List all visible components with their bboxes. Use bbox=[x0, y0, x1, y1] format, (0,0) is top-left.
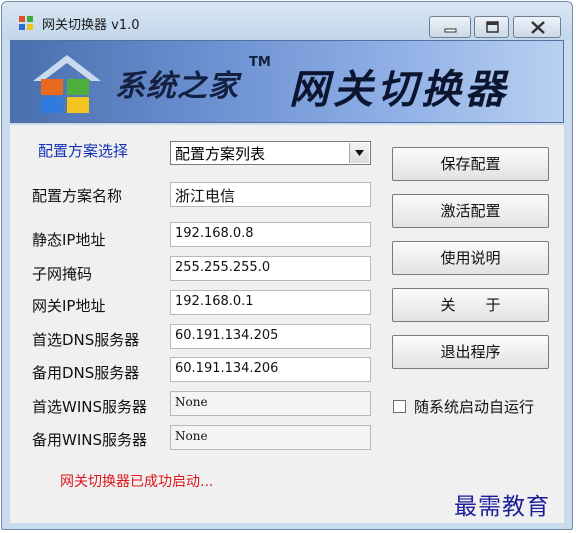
gateway-ip-field[interactable]: 192.168.0.1 bbox=[170, 290, 371, 315]
scheme-select[interactable]: 配置方案列表 bbox=[170, 141, 371, 165]
subnet-mask-label: 子网掩码 bbox=[32, 265, 93, 283]
secondary-wins-label: 备用WINS服务器 bbox=[32, 431, 147, 449]
chevron-down-icon bbox=[355, 150, 364, 156]
primary-wins-label: 首选WINS服务器 bbox=[32, 398, 147, 416]
autostart-checkbox[interactable] bbox=[393, 400, 406, 413]
maximize-button[interactable] bbox=[474, 16, 509, 38]
primary-wins-field[interactable]: None bbox=[170, 391, 371, 416]
save-config-button[interactable]: 保存配置 bbox=[392, 147, 549, 181]
static-ip-label: 静态IP地址 bbox=[32, 231, 106, 249]
subnet-mask-field[interactable]: 255.255.255.0 bbox=[170, 256, 371, 281]
help-button[interactable]: 使用说明 bbox=[392, 241, 549, 275]
minimize-icon bbox=[444, 28, 457, 33]
minimize-button[interactable] bbox=[429, 16, 471, 38]
dropdown-arrow[interactable] bbox=[349, 143, 369, 163]
activate-config-button[interactable]: 激活配置 bbox=[392, 194, 549, 228]
autostart-label[interactable]: 随系统启动自运行 bbox=[414, 396, 534, 417]
about-button[interactable]: 关于 bbox=[392, 288, 549, 322]
windows-logo-house-icon bbox=[33, 55, 101, 113]
scheme-select-label: 配置方案选择 bbox=[38, 142, 129, 160]
gateway-ip-label: 网关IP地址 bbox=[32, 297, 106, 315]
primary-dns-label: 首选DNS服务器 bbox=[32, 331, 140, 349]
header-banner: 系统之家 TM 网关切换器 bbox=[10, 40, 564, 123]
maximize-icon bbox=[486, 21, 499, 33]
close-button[interactable] bbox=[513, 16, 561, 38]
watermark-text: 最需教育 bbox=[454, 494, 550, 520]
exit-button[interactable]: 退出程序 bbox=[392, 335, 549, 369]
primary-dns-field[interactable]: 60.191.134.205 bbox=[170, 324, 371, 349]
window-title: 网关切换器 v1.0 bbox=[42, 18, 140, 33]
scheme-select-value: 配置方案列表 bbox=[175, 145, 266, 163]
title-bar[interactable]: 网关切换器 v1.0 bbox=[2, 2, 572, 40]
status-message: 网关切换器已成功启动... bbox=[60, 474, 214, 490]
secondary-wins-field[interactable]: None bbox=[170, 425, 371, 450]
scheme-name-field[interactable]: 浙江电信 bbox=[170, 182, 371, 207]
app-window: 网关切换器 v1.0 系统之家 TM 网关切换器 配置方案选择 配置方案列表 配… bbox=[1, 1, 573, 530]
close-icon bbox=[531, 21, 545, 34]
secondary-dns-field[interactable]: 60.191.134.206 bbox=[170, 357, 371, 382]
site-name: 系统之家 bbox=[115, 69, 239, 104]
scheme-name-label: 配置方案名称 bbox=[32, 187, 123, 205]
static-ip-field[interactable]: 192.168.0.8 bbox=[170, 222, 371, 247]
secondary-dns-label: 备用DNS服务器 bbox=[32, 364, 140, 382]
main-panel: 配置方案选择 配置方案列表 配置方案名称 浙江电信 静态IP地址 192.168… bbox=[10, 125, 564, 523]
trademark-mark: TM bbox=[249, 55, 271, 70]
app-icon bbox=[19, 16, 33, 30]
app-name-banner: 网关切换器 bbox=[289, 66, 509, 113]
